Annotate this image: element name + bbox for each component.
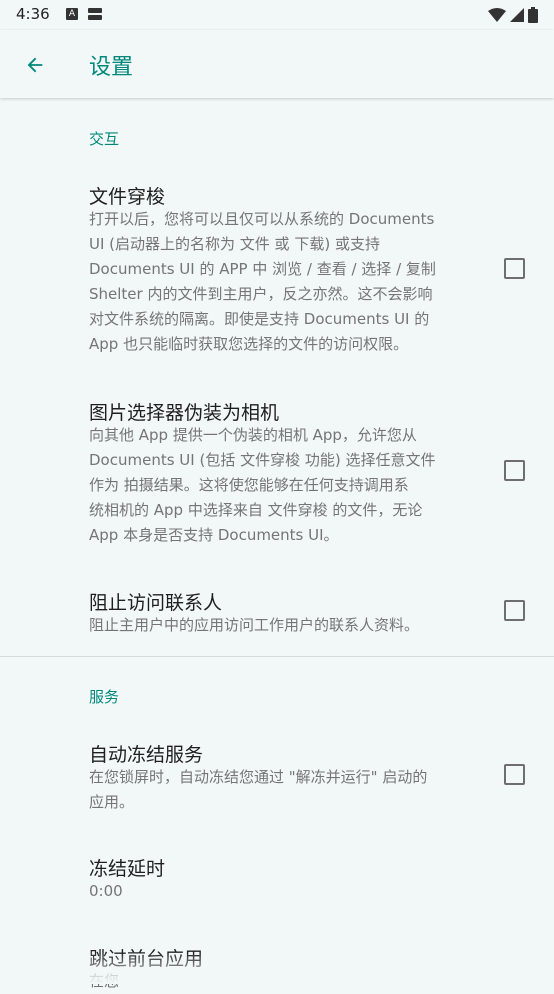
pref-title: 自动冻结服务 (89, 744, 204, 766)
pref-file-shuttle[interactable]: 文件穿梭 打开以后，您将可以且仅可以从系统的 Documents UI (启动器… (0, 178, 554, 368)
wifi-icon (488, 7, 506, 22)
pref-value: 0:00 (89, 882, 123, 900)
battery-icon (528, 7, 538, 23)
pref-title: 阻止访问联系人 (89, 592, 223, 614)
camera-proxy-checkbox[interactable] (504, 460, 525, 481)
status-notification-icons: A (66, 8, 102, 20)
block-contacts-checkbox[interactable] (504, 600, 525, 621)
status-time: 4:36 (16, 5, 50, 23)
cell-signal-icon (510, 8, 524, 22)
app-bar: 设置 (0, 30, 554, 98)
pref-title: 文件穿梭 (89, 186, 166, 208)
pref-camera-proxy[interactable]: 图片选择器伪装为相机 向其他 App 提供一个伪装的相机 App，允许您从 Do… (0, 394, 554, 554)
status-system-icons (488, 7, 538, 23)
page-title: 设置 (89, 55, 134, 80)
back-button[interactable] (18, 48, 52, 82)
file-shuttle-checkbox[interactable] (504, 258, 525, 279)
scroll-fade (0, 952, 554, 984)
sim-card-icon (88, 8, 102, 20)
auto-freeze-checkbox[interactable] (504, 764, 525, 785)
pref-auto-freeze[interactable]: 自动冻结服务 在您锁屏时，自动冻结您通过 "解冻并运行" 启动的 应用。 (0, 736, 554, 816)
pref-summary: 在您锁屏时，自动冻结您通过 "解冻并运行" 启动的 应用。 (89, 768, 428, 811)
pref-freeze-delay[interactable]: 冻结延时 0:00 (0, 850, 554, 910)
status-bar: 4:36 A (0, 0, 554, 30)
pref-summary: 向其他 App 提供一个伪装的相机 App，允许您从 Documents UI … (89, 426, 436, 544)
pref-summary: 打开以后，您将可以且仅可以从系统的 Documents UI (启动器上的名称为… (89, 210, 436, 353)
category-interaction-header: 交互 (89, 130, 120, 148)
pref-summary: 阻止主用户中的应用访问工作用户的联系人资料。 (89, 616, 420, 634)
pref-block-contacts[interactable]: 阻止访问联系人 阻止主用户中的应用访问工作用户的联系人资料。 (0, 584, 554, 644)
keyboard-a-icon: A (66, 8, 78, 20)
pref-title: 冻结延时 (89, 858, 166, 880)
arrow-back-icon (27, 57, 43, 73)
category-services-header: 服务 (89, 688, 120, 706)
section-divider (0, 656, 554, 657)
pref-title: 图片选择器伪装为相机 (89, 402, 280, 424)
